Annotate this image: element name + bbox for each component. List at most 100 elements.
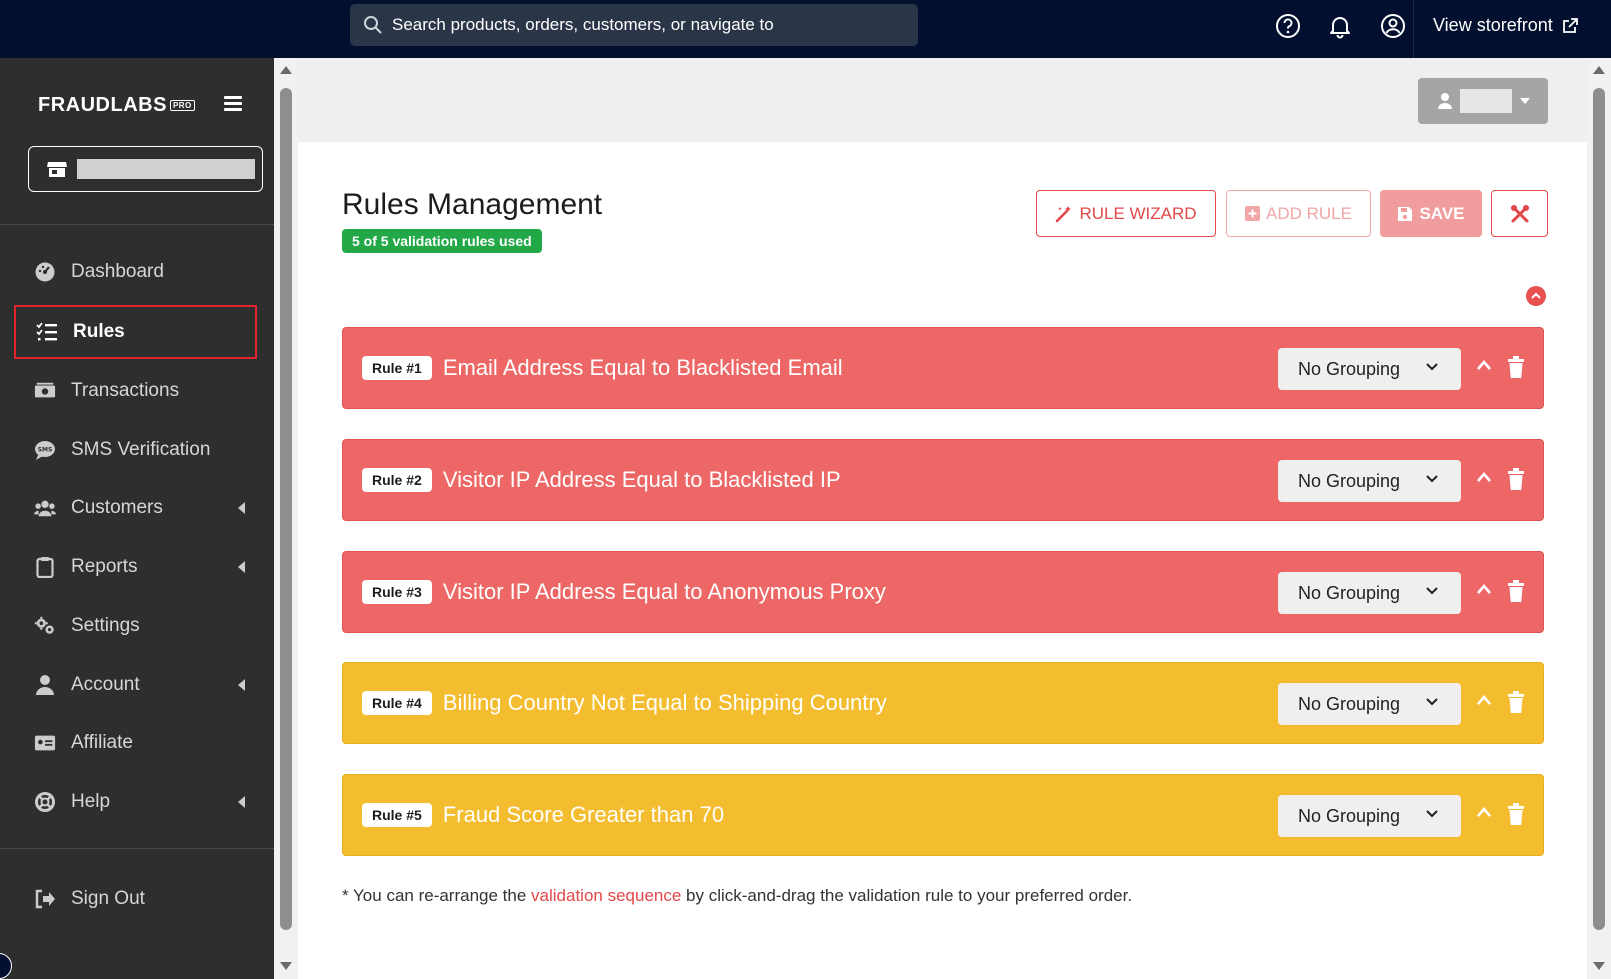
add-rule-button[interactable]: ADD RULE [1226,190,1371,237]
add-rule-label: ADD RULE [1266,203,1352,223]
sidebar-item-label: Rules [73,321,125,342]
user-icon [36,675,54,695]
sign-out-label: Sign Out [71,888,145,909]
rule-card[interactable]: Rule #4 Billing Country Not Equal to Shi… [342,662,1544,744]
chevron-left-icon [238,796,245,808]
grouping-value: No Grouping [1298,358,1401,379]
sidebar-item-label: Affiliate [71,732,133,753]
sidebar-item-reports[interactable]: Reports [14,540,257,594]
rule-card[interactable]: Rule #1 Email Address Equal to Blacklist… [342,327,1544,409]
rule-title: Billing Country Not Equal to Shipping Co… [442,690,887,715]
grouping-select[interactable]: No Grouping [1278,683,1461,725]
username-redacted [1460,89,1512,113]
rule-number-badge: Rule #3 [362,580,432,604]
transactions-icon [34,382,56,398]
grouping-value: No Grouping [1298,470,1401,491]
sidebar-item-label: Customers [71,497,163,518]
store-icon [47,162,67,177]
sidebar-item-label: Account [71,674,140,695]
sidebar-scroll-thumb[interactable] [280,88,292,930]
sidebar-item-account[interactable]: Account [14,658,257,712]
scroll-up-arrow-icon[interactable] [1593,66,1605,74]
main-header [298,58,1588,142]
sidebar-item-rules[interactable]: Rules [14,305,257,359]
id-card-icon [34,735,56,751]
sidebar-item-sms-verification[interactable]: SMS SMS Verification [14,423,257,477]
chevron-left-icon [238,502,245,514]
rule-number-badge: Rule #5 [362,803,432,827]
chevron-down-icon [1426,363,1438,371]
menu-toggle-icon[interactable] [224,96,242,112]
rule-number-badge: Rule #1 [362,356,432,380]
clipboard-icon [36,557,54,578]
sidebar-item-affiliate[interactable]: Affiliate [14,716,257,770]
chevron-up-icon[interactable] [1475,358,1493,372]
sidebar-item-transactions[interactable]: Transactions [14,364,257,418]
help-circle-icon[interactable] [1275,13,1301,39]
validation-sequence-link[interactable]: validation sequence [531,886,681,905]
store-selector[interactable] [28,146,263,192]
sidebar-item-dashboard[interactable]: Dashboard [14,245,257,299]
scroll-down-arrow-icon[interactable] [1593,962,1605,970]
search-input[interactable]: Search products, orders, customers, or n… [350,4,918,46]
sidebar: FRAUDLABS PRO Dashboard Rules Transactio… [0,58,274,979]
page-scrollbar[interactable] [1587,58,1611,979]
rule-number-badge: Rule #4 [362,691,432,715]
lifebuoy-icon [35,792,55,812]
sidebar-divider [0,848,274,849]
scroll-down-arrow-icon[interactable] [280,962,292,970]
scroll-up-arrow-icon[interactable] [280,66,292,74]
grouping-select[interactable]: No Grouping [1278,572,1461,614]
gears-icon [34,616,54,634]
chevron-up-icon[interactable] [1475,693,1493,707]
sidebar-item-settings[interactable]: Settings [14,599,257,653]
view-storefront-link[interactable]: View storefront [1433,15,1579,36]
rule-card[interactable]: Rule #3 Visitor IP Address Equal to Anon… [342,551,1544,633]
sms-icon: SMS [35,441,55,460]
search-placeholder: Search products, orders, customers, or n… [392,15,774,34]
caret-down-icon [1520,98,1530,104]
rule-card[interactable]: Rule #5 Fraud Score Greater than 70 No G… [342,774,1544,856]
rule-title: Fraud Score Greater than 70 [442,802,725,827]
collapse-all-button[interactable] [1526,286,1546,306]
save-label: SAVE [1419,203,1465,223]
trash-icon[interactable] [1507,356,1525,378]
sidebar-item-help[interactable]: Help [14,775,257,829]
user-menu-button[interactable] [1418,78,1548,124]
page-scroll-thumb[interactable] [1593,88,1605,930]
chevron-up-icon[interactable] [1475,582,1493,596]
rule-title: Visitor IP Address Equal to Anonymous Pr… [442,579,886,604]
bell-icon[interactable] [1327,13,1353,39]
trash-icon[interactable] [1507,468,1525,490]
plus-square-icon [1245,206,1261,221]
reorder-footnote: * You can re-arrange the validation sequ… [342,886,1132,906]
logo-text: FRAUDLABS [38,94,167,116]
sidebar-item-customers[interactable]: Customers [14,481,257,535]
grouping-select[interactable]: No Grouping [1278,795,1461,837]
topbar-divider [1413,0,1414,58]
search-icon [364,16,382,34]
sign-out-button[interactable]: Sign Out [14,872,257,926]
sidebar-scrollbar[interactable] [274,58,298,979]
trash-icon[interactable] [1507,580,1525,602]
fraudlabs-logo[interactable]: FRAUDLABS PRO [38,94,195,117]
trash-icon[interactable] [1507,803,1525,825]
sidebar-item-label: Dashboard [71,261,164,282]
tools-button[interactable] [1491,190,1548,237]
trash-icon[interactable] [1507,691,1525,713]
rule-wizard-button[interactable]: RULE WIZARD [1036,190,1216,237]
tools-icon [1510,204,1529,222]
grouping-select[interactable]: No Grouping [1278,348,1461,390]
store-name-redacted [77,159,255,179]
svg-text:SMS: SMS [38,447,53,454]
save-button[interactable]: SAVE [1380,190,1482,237]
footnote-text-before: * You can re-arrange the [342,886,532,905]
chevron-down-icon [1426,475,1438,483]
rule-card[interactable]: Rule #2 Visitor IP Address Equal to Blac… [342,439,1544,521]
grouping-select[interactable]: No Grouping [1278,460,1461,502]
sidebar-collapse-handle[interactable] [0,953,12,979]
user-circle-icon[interactable] [1380,13,1406,39]
chevron-up-icon[interactable] [1475,470,1493,484]
chevron-up-icon[interactable] [1475,805,1493,819]
magic-wand-icon [1056,205,1072,222]
